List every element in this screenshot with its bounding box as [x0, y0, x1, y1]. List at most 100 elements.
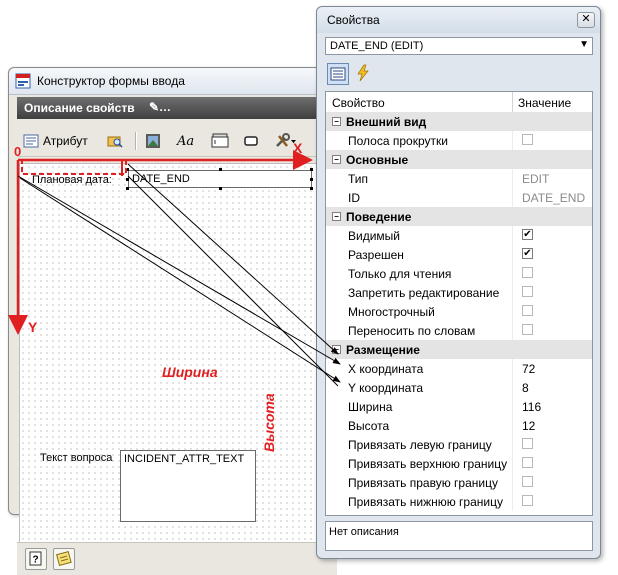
property-row[interactable]: Многострочный: [326, 302, 592, 321]
category-label: Внешний вид: [346, 115, 427, 129]
property-name: ID: [348, 191, 360, 205]
property-grid-header: Свойство Значение: [326, 92, 592, 113]
form-designer-window: Конструктор формы ввода Описание свойств…: [8, 67, 343, 575]
incident-attr-text-edit[interactable]: INCIDENT_ATTR_TEXT: [120, 450, 256, 522]
events-tab-button[interactable]: [353, 63, 375, 85]
property-row[interactable]: Привязать правую границу: [326, 473, 592, 492]
notes-button[interactable]: [53, 548, 75, 570]
edit-field-icon: [211, 133, 229, 148]
selection-handle[interactable]: [126, 168, 129, 171]
property-column-header[interactable]: Свойство: [332, 96, 385, 110]
property-value[interactable]: 116: [522, 400, 541, 414]
category-row[interactable]: − Поведение: [326, 207, 592, 226]
pencil-icon[interactable]: ✎…: [149, 100, 171, 114]
button-tool-button[interactable]: [243, 130, 259, 152]
checkbox[interactable]: [522, 286, 533, 297]
checkbox[interactable]: [522, 267, 533, 278]
svg-text:?: ?: [33, 555, 39, 566]
selection-handle[interactable]: [219, 187, 222, 190]
collapse-icon[interactable]: −: [332, 212, 341, 221]
column-divider: [512, 473, 513, 492]
property-value[interactable]: 12: [522, 419, 535, 433]
properties-titlebar[interactable]: Свойства ✕: [317, 7, 600, 33]
property-row[interactable]: Разрешен ✔: [326, 245, 592, 264]
property-row[interactable]: ID DATE_END: [326, 188, 592, 207]
property-name: Видимый: [348, 229, 400, 243]
column-divider: [512, 131, 513, 150]
checkbox-checked[interactable]: ✔: [522, 229, 533, 240]
help-button[interactable]: ?: [25, 548, 47, 570]
collapse-icon[interactable]: −: [332, 345, 341, 354]
column-divider: [512, 188, 513, 207]
property-value[interactable]: 8: [522, 381, 529, 395]
column-divider: [512, 321, 513, 340]
property-value[interactable]: EDIT: [522, 172, 549, 186]
checkbox[interactable]: [522, 457, 533, 468]
property-row[interactable]: X координата 72: [326, 359, 592, 378]
selection-handle[interactable]: [126, 178, 129, 181]
lightning-icon: [357, 64, 369, 82]
attribute-button[interactable]: Атрибут: [23, 130, 88, 152]
property-row[interactable]: Переносить по словам: [326, 321, 592, 340]
app-icon: [15, 73, 31, 89]
checkbox[interactable]: [522, 134, 533, 145]
question-text-label[interactable]: Текст вопроса: [40, 452, 112, 464]
checkbox[interactable]: [522, 495, 533, 506]
property-row[interactable]: Привязать нижнюю границу: [326, 492, 592, 511]
category-label: Поведение: [346, 210, 412, 224]
category-row[interactable]: − Основные: [326, 150, 592, 169]
form-canvas[interactable]: Плановая дата: DATE_END Текст вопроса IN…: [19, 163, 331, 550]
property-row[interactable]: Запретить редактирование: [326, 283, 592, 302]
planned-date-label[interactable]: Плановая дата:: [32, 174, 112, 186]
object-selector[interactable]: DATE_END (EDIT) ▼: [325, 37, 593, 55]
selection-handle[interactable]: [310, 178, 313, 181]
property-row[interactable]: Привязать левую границу: [326, 435, 592, 454]
edit-tool-button[interactable]: [211, 130, 229, 152]
property-row[interactable]: Полоса прокрутки: [326, 131, 592, 150]
property-name: Многострочный: [348, 305, 435, 319]
property-row[interactable]: Только для чтения: [326, 264, 592, 283]
column-divider[interactable]: [512, 92, 513, 112]
property-value[interactable]: 72: [522, 362, 535, 376]
checkbox-checked[interactable]: ✔: [522, 248, 533, 259]
label-tool-button[interactable]: Aa: [177, 130, 194, 152]
property-name: Привязать правую границу: [348, 476, 498, 490]
checkbox[interactable]: [522, 324, 533, 335]
column-divider: [512, 378, 513, 397]
image-icon: [146, 134, 160, 148]
column-divider: [512, 226, 513, 245]
selection-handle[interactable]: [219, 168, 222, 171]
search-attribute-button[interactable]: [107, 130, 123, 152]
property-row[interactable]: Видимый ✔: [326, 226, 592, 245]
collapse-icon[interactable]: −: [332, 117, 341, 126]
property-row[interactable]: Привязать верхнюю границу: [326, 454, 592, 473]
property-row[interactable]: Тип EDIT: [326, 169, 592, 188]
image-tool-button[interactable]: [145, 130, 161, 152]
object-selector-value: DATE_END (EDIT): [330, 40, 424, 52]
checkbox[interactable]: [522, 438, 533, 449]
collapse-icon[interactable]: −: [332, 155, 341, 164]
property-name: Y координата: [348, 381, 424, 395]
chevron-down-icon[interactable]: ▼: [579, 39, 589, 50]
selection-handle[interactable]: [310, 187, 313, 190]
designer-titlebar[interactable]: Конструктор формы ввода: [9, 68, 342, 95]
category-label: Основные: [346, 153, 409, 167]
property-name: Переносить по словам: [348, 324, 476, 338]
property-row[interactable]: Y координата 8: [326, 378, 592, 397]
property-row[interactable]: Высота 12: [326, 416, 592, 435]
category-row[interactable]: − Размещение: [326, 340, 592, 359]
tools-menu-button[interactable]: [275, 130, 297, 152]
selection-handle[interactable]: [310, 168, 313, 171]
close-button[interactable]: ✕: [577, 12, 595, 28]
checkbox[interactable]: [522, 476, 533, 487]
property-row[interactable]: Ширина 116: [326, 397, 592, 416]
property-value[interactable]: DATE_END: [522, 191, 585, 205]
property-name: Только для чтения: [348, 267, 452, 281]
date-end-edit[interactable]: DATE_END: [128, 170, 312, 188]
selection-handle[interactable]: [126, 187, 129, 190]
properties-tab-button[interactable]: [327, 63, 349, 85]
checkbox[interactable]: [522, 305, 533, 316]
column-divider: [512, 397, 513, 416]
value-column-header[interactable]: Значение: [518, 96, 571, 110]
category-row[interactable]: − Внешний вид: [326, 112, 592, 131]
